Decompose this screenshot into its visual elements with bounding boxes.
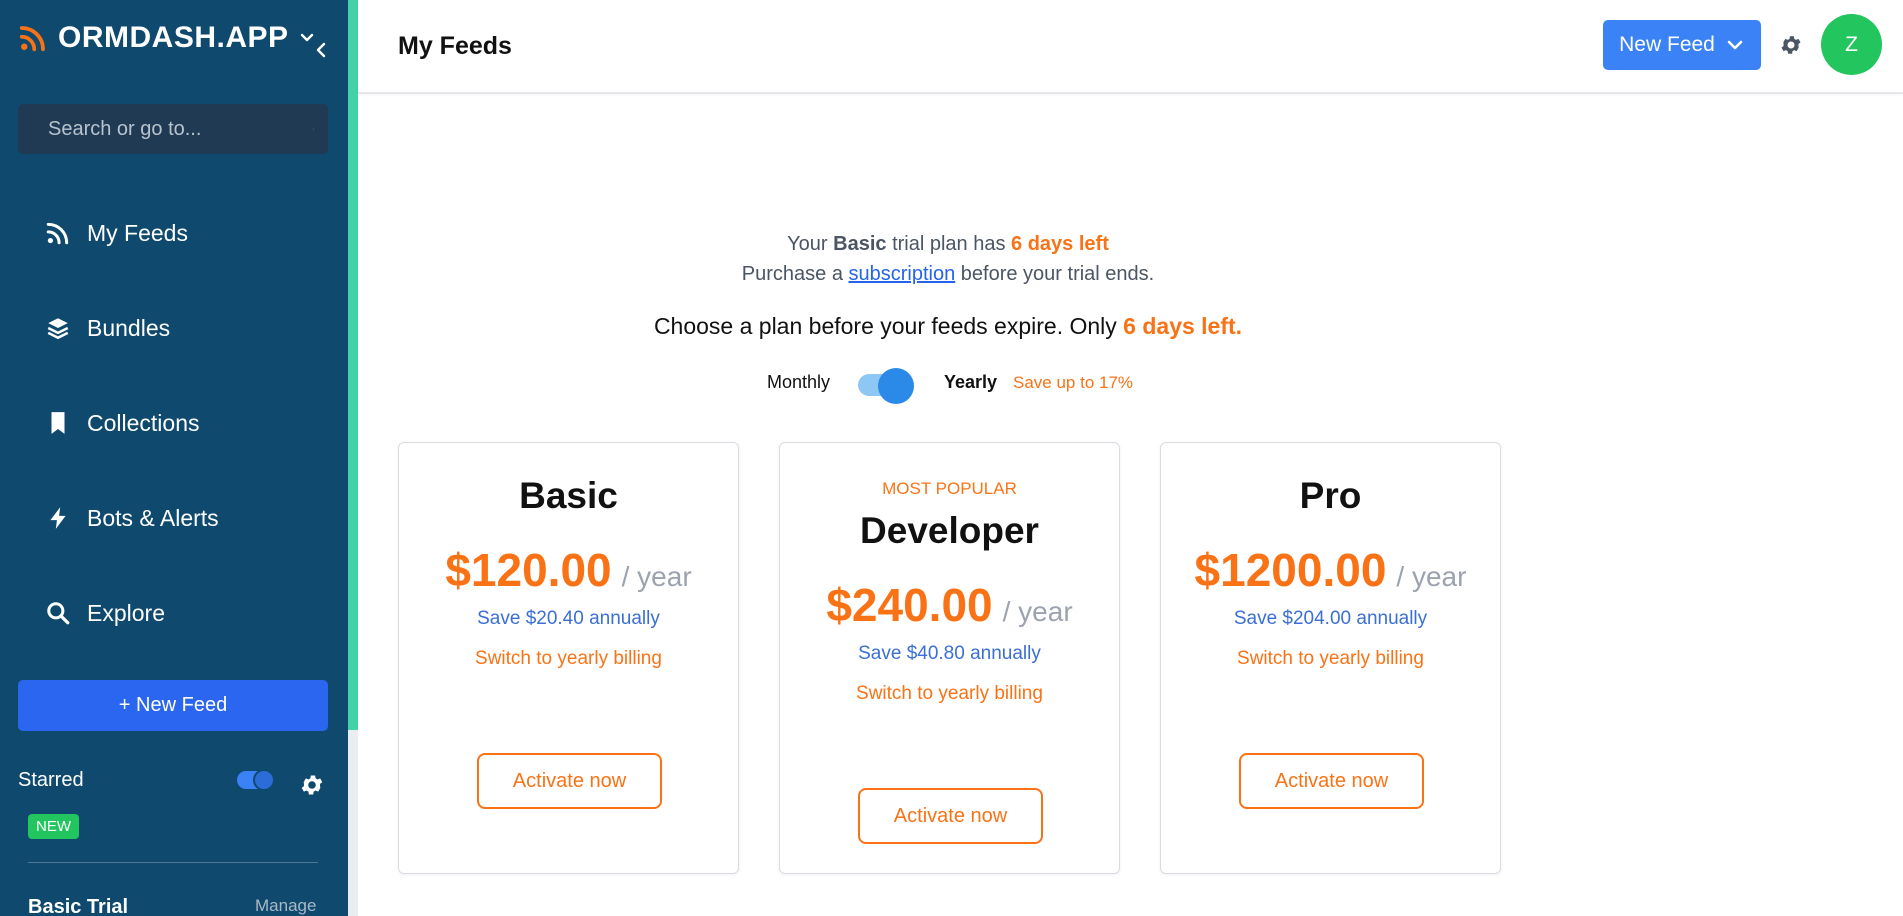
trial-plan-name: Basic [833, 233, 887, 255]
rss-logo-icon [19, 26, 45, 52]
search-icon[interactable] [313, 119, 314, 139]
plan-price: $120.00 [445, 544, 612, 596]
plan-name: Developer [860, 510, 1039, 551]
top-header: My Feeds New Feed Z [358, 0, 1903, 94]
purchase-prompt: Purchase a subscription before your tria… [358, 263, 1538, 286]
yearly-label[interactable]: Yearly [944, 372, 997, 393]
sidebar-item-bots-alerts[interactable]: Bots & Alerts [45, 498, 219, 538]
starred-label: Starred [18, 769, 84, 791]
price-row: $120.00 / year [399, 543, 738, 597]
search-box [18, 104, 328, 154]
sidebar-item-label: Bots & Alerts [87, 504, 219, 531]
main-content: Your Basic trial plan has 6 days left Pu… [358, 96, 1903, 916]
new-feed-label: New Feed [1619, 33, 1715, 56]
sidebar-item-bundles[interactable]: Bundles [45, 308, 170, 348]
rss-icon [46, 222, 69, 245]
trial-prefix: Your [787, 233, 828, 255]
starred-toggle[interactable] [237, 769, 275, 791]
sidebar-item-explore[interactable]: Explore [45, 593, 165, 633]
plan-name: Pro [1299, 475, 1362, 516]
new-feed-button[interactable]: + New Feed [18, 680, 328, 731]
toggle-knob [253, 769, 275, 791]
activate-pro-button[interactable]: Activate now [1239, 753, 1424, 809]
annual-savings: Save $40.80 annually [858, 643, 1041, 664]
divider [28, 862, 318, 863]
sidebar-scroll-track [348, 730, 358, 916]
switch-billing-link[interactable]: Switch to yearly billing [399, 648, 738, 670]
trial-days-left: 6 days left [1011, 233, 1109, 255]
plan-label: Basic Trial [28, 896, 129, 916]
billing-period-switch: Monthly Yearly Save up to 17% [358, 364, 1538, 404]
brand-name: ORMDASH.APP [58, 21, 289, 54]
plan-name: Basic [519, 475, 618, 516]
layers-icon [47, 318, 69, 339]
plan-card-developer: MOST POPULAR Developer $240.00 / year Sa… [779, 442, 1120, 874]
plan-period: / year [621, 561, 692, 592]
purchase-prefix: Purchase a [741, 263, 843, 285]
search-icon [47, 602, 70, 625]
toggle-knob [878, 368, 914, 404]
plan-price: $1200.00 [1194, 544, 1387, 596]
app-root: ORMDASH.APP My Feeds [0, 0, 1903, 916]
choose-days-left: 6 days left. [1123, 313, 1243, 339]
brand-menu[interactable]: ORMDASH.APP [18, 18, 315, 58]
trial-status: Your Basic trial plan has 6 days left [358, 233, 1538, 256]
sidebar: ORMDASH.APP My Feeds [0, 0, 348, 916]
switch-billing-link[interactable]: Switch to yearly billing [780, 683, 1119, 705]
bolt-icon [50, 507, 66, 529]
new-feed-dropdown-button[interactable]: New Feed [1603, 20, 1761, 70]
collapse-sidebar-icon[interactable] [312, 40, 330, 60]
save-percent-label: Save up to 17% [1013, 373, 1134, 392]
choose-text: Choose a plan before your feeds expire. … [653, 313, 1117, 339]
sidebar-item-label: Bundles [87, 314, 171, 341]
plan-price: $240.00 [826, 579, 993, 631]
sidebar-item-collections[interactable]: Collections [45, 403, 200, 443]
settings-gear-icon[interactable] [1779, 33, 1803, 57]
sidebar-item-label: My Feeds [87, 219, 188, 246]
choose-plan-heading: Choose a plan before your feeds expire. … [358, 313, 1538, 340]
plan-card-pro: Pro $1200.00 / year Save $204.00 annuall… [1160, 442, 1501, 874]
switch-billing-link[interactable]: Switch to yearly billing [1161, 648, 1500, 670]
monthly-label[interactable]: Monthly [767, 372, 830, 393]
gear-icon[interactable] [299, 772, 325, 798]
bookmark-icon [51, 412, 65, 434]
annual-savings: Save $20.40 annually [477, 608, 660, 629]
plan-period: / year [1396, 561, 1467, 592]
billing-toggle[interactable] [858, 368, 914, 404]
trial-middle-text: trial plan has [892, 233, 1006, 255]
sidebar-item-label: Collections [87, 409, 200, 436]
search-input[interactable] [48, 117, 313, 141]
annual-savings: Save $204.00 annually [1233, 608, 1428, 629]
purchase-suffix: before your trial ends. [960, 263, 1155, 285]
page-title: My Feeds [398, 32, 512, 60]
sidebar-item-label: Explore [87, 599, 165, 626]
subscription-link[interactable]: subscription [849, 263, 956, 285]
manage-link[interactable]: Manage [255, 896, 316, 916]
chevron-down-icon [1727, 40, 1743, 50]
avatar[interactable]: Z [1821, 14, 1882, 75]
new-badge: NEW [28, 814, 79, 839]
plan-card-basic: Basic $120.00 / year Save $20.40 annuall… [398, 442, 739, 874]
plan-period: / year [1002, 596, 1073, 627]
price-row: $240.00 / year [780, 578, 1119, 632]
activate-basic-button[interactable]: Activate now [477, 753, 662, 809]
price-row: $1200.00 / year [1161, 543, 1500, 597]
activate-developer-button[interactable]: Activate now [858, 788, 1043, 844]
sidebar-accent-strip [348, 0, 358, 730]
most-popular-badge: MOST POPULAR [882, 479, 1017, 498]
sidebar-item-my-feeds[interactable]: My Feeds [45, 213, 188, 253]
